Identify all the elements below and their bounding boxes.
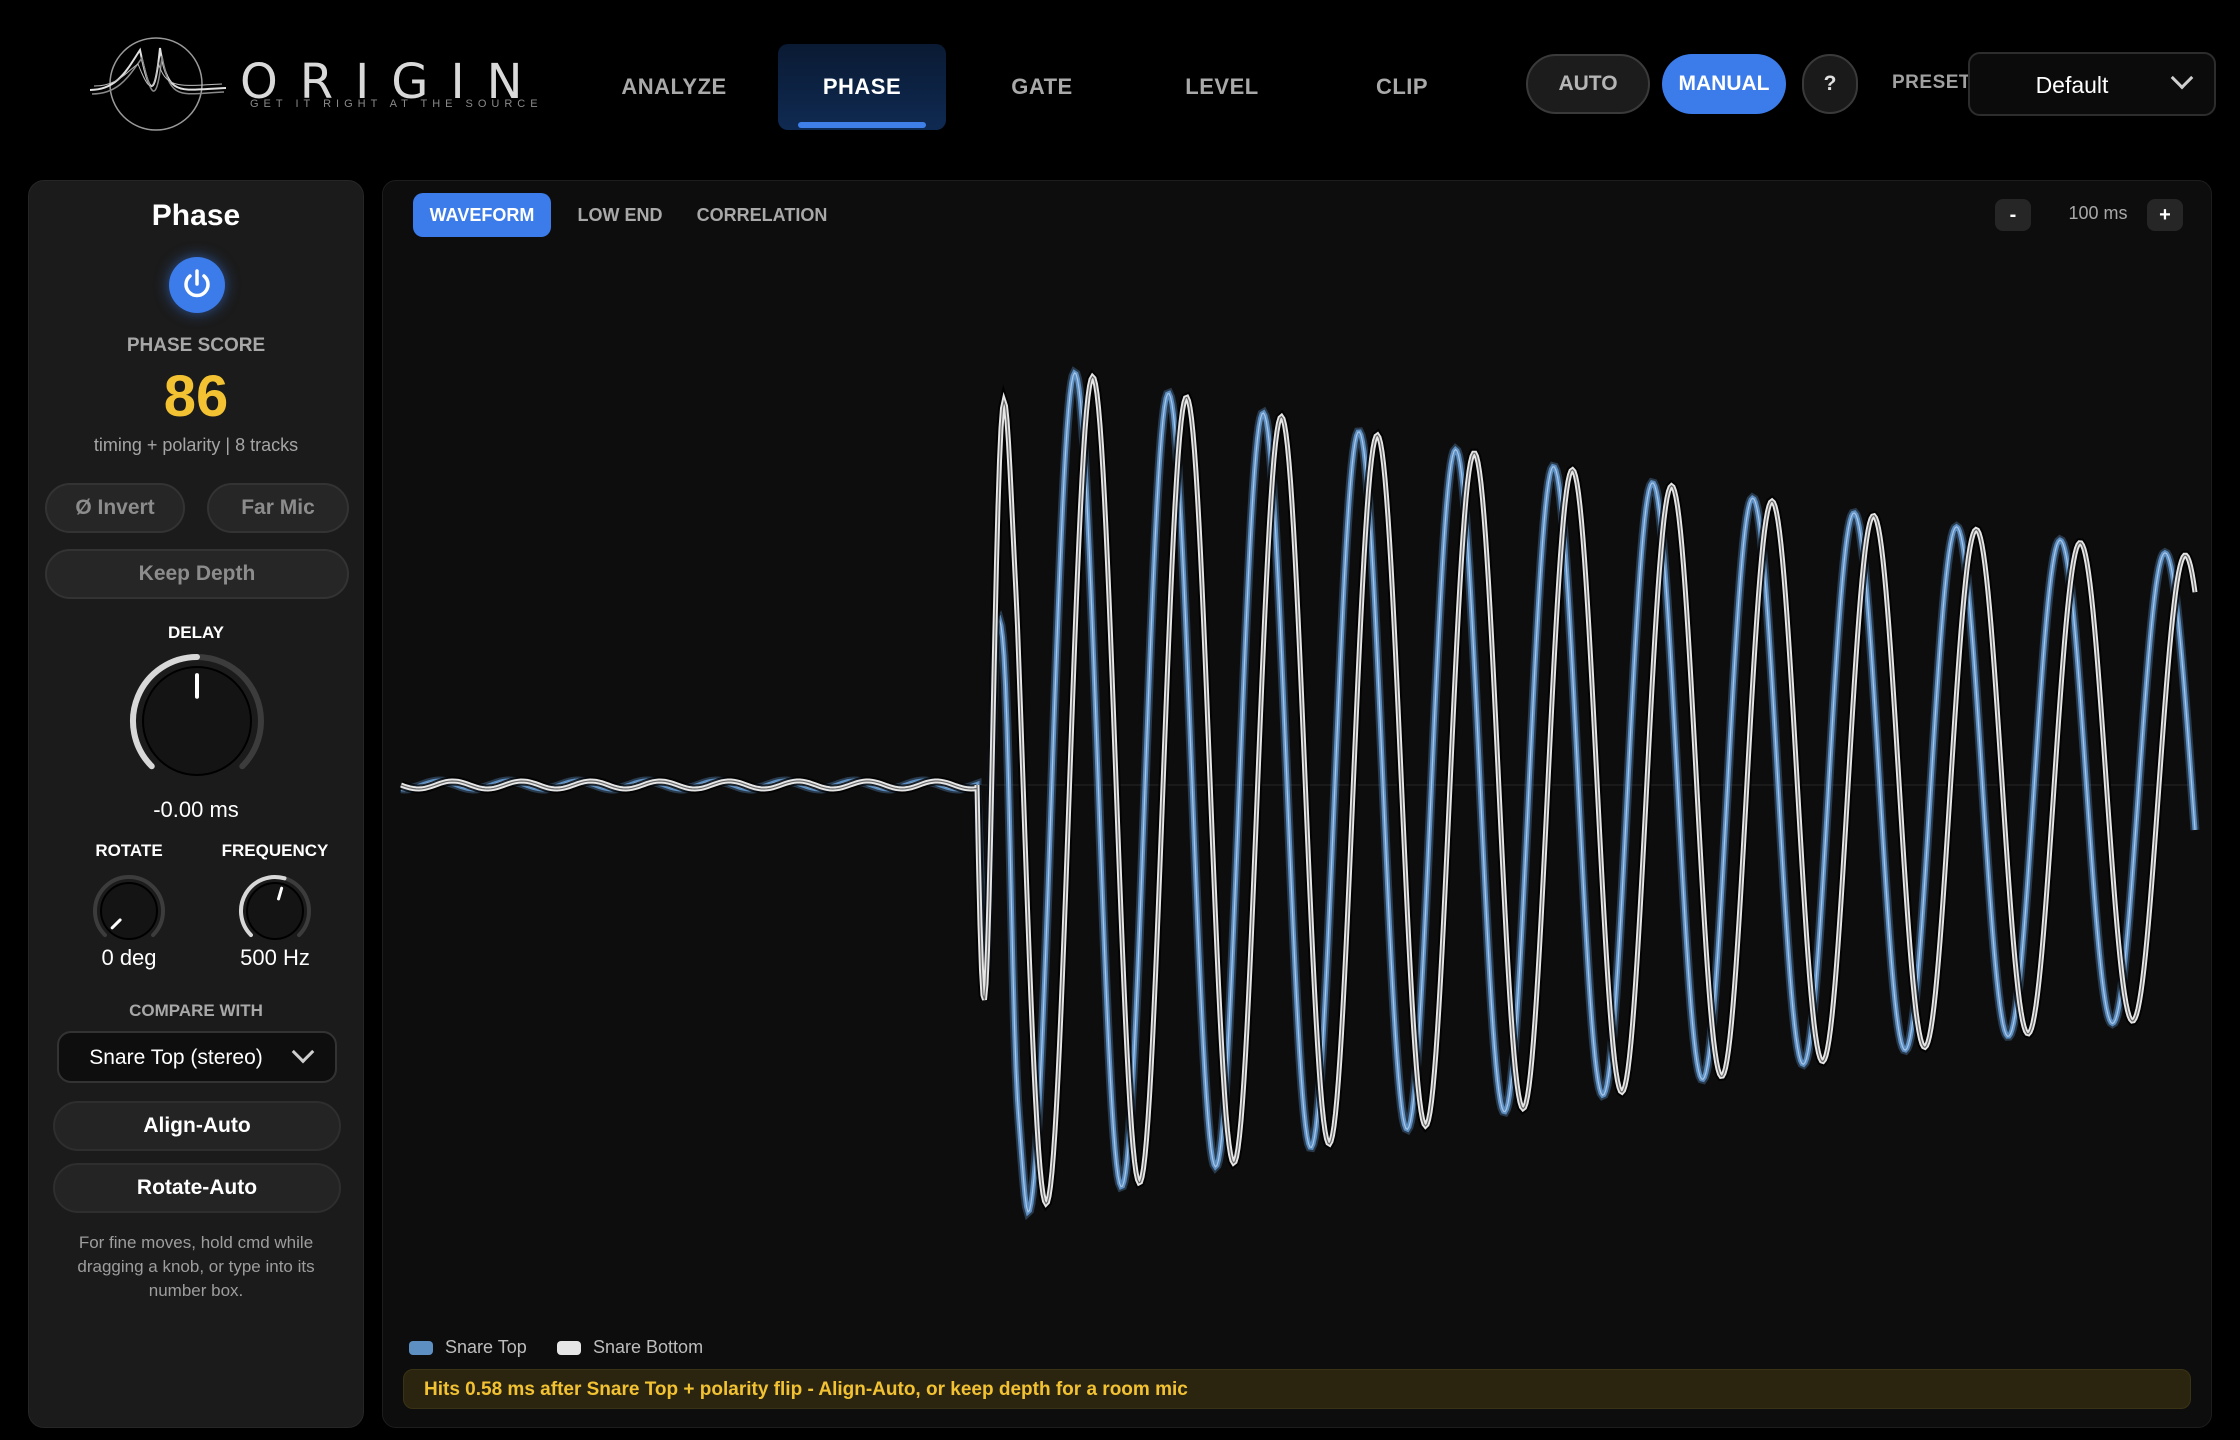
tab-level[interactable]: LEVEL <box>1138 44 1306 130</box>
chevron-down-icon <box>291 1040 315 1064</box>
tab-analyze[interactable]: ANALYZE <box>590 44 758 130</box>
preset-value: Default <box>2035 72 2109 98</box>
phase-panel: Phase PHASE SCORE 86 timing + polarity |… <box>28 180 364 1428</box>
legend-snare-top: Snare Top <box>409 1337 527 1358</box>
far-mic-button[interactable]: Far Mic <box>207 483 349 533</box>
subtab-correlation[interactable]: CORRELATION <box>689 193 835 237</box>
legend-swatch <box>557 1340 581 1355</box>
logo-wave-icon <box>89 37 227 131</box>
origin-logo: ORIGIN GET IT RIGHT AT THE SOURCE <box>88 28 538 138</box>
manual-mode-button[interactable]: MANUAL <box>1662 54 1786 114</box>
phase-score-value: 86 <box>163 364 229 429</box>
snare-top-glow <box>400 366 2200 1221</box>
legend-label: Snare Top <box>445 1337 527 1357</box>
delay-value[interactable]: -0.00 ms <box>29 797 363 823</box>
knob-body <box>246 882 304 940</box>
panel-title: Phase <box>151 199 241 232</box>
alert-text: Hits 0.58 ms after Snare Top + polarity … <box>424 1379 1188 1400</box>
power-toggle[interactable] <box>169 257 225 313</box>
zoom-in-button[interactable]: + <box>2147 199 2183 231</box>
delay-label: DELAY <box>167 623 225 642</box>
subtab-waveform[interactable]: WAVEFORM <box>413 193 551 237</box>
frequency-label: FREQUENCY <box>221 841 329 860</box>
power-icon <box>184 269 210 298</box>
invert-polarity-button[interactable]: Ø Invert <box>45 483 185 533</box>
zoom-value: 100 ms <box>2068 203 2128 223</box>
tab-clip[interactable]: CLIP <box>1318 44 1486 130</box>
alert-banner: Hits 0.58 ms after Snare Top + polarity … <box>403 1369 2191 1409</box>
delay-knob[interactable] <box>125 649 269 793</box>
phase-score-label: PHASE SCORE <box>126 335 266 356</box>
knob-body <box>100 882 158 940</box>
rotate-value[interactable]: 0 deg <box>69 945 189 971</box>
auto-mode-button[interactable]: AUTO <box>1526 54 1650 114</box>
subtab-low-end[interactable]: LOW END <box>567 193 673 237</box>
rotate-auto-button[interactable]: Rotate-Auto <box>53 1163 341 1213</box>
tab-gate[interactable]: GATE <box>958 44 1126 130</box>
preset-dropdown[interactable]: Default <box>1968 52 2216 116</box>
rotate-label: ROTATE <box>95 841 163 860</box>
frequency-knob[interactable] <box>233 869 317 953</box>
zoom-out-button[interactable]: - <box>1995 199 2031 231</box>
help-button[interactable]: ? <box>1802 54 1858 114</box>
frequency-value[interactable]: 500 Hz <box>215 945 335 971</box>
compare-with-value: Snare Top (stereo) <box>89 1046 263 1069</box>
fine-adjust-hint: For fine moves, hold cmd while dragging … <box>77 1233 315 1300</box>
top-bar: ORIGIN GET IT RIGHT AT THE SOURCE ANALYZ… <box>0 0 2240 170</box>
phase-score-subtitle: timing + polarity | 8 tracks <box>93 435 299 455</box>
preset-label: PRESET <box>1892 72 1972 93</box>
tab-phase[interactable]: PHASE <box>778 44 946 130</box>
compare-with-dropdown[interactable]: Snare Top (stereo) <box>57 1031 337 1083</box>
rotate-knob[interactable] <box>87 869 171 953</box>
waveform-panel: WAVEFORM LOW END CORRELATION - 100 ms + … <box>382 180 2212 1428</box>
compare-with-label: COMPARE WITH <box>129 1001 263 1020</box>
align-auto-button[interactable]: Align-Auto <box>53 1101 341 1151</box>
legend-swatch <box>409 1340 433 1355</box>
waveform-display[interactable] <box>383 251 2213 1291</box>
chevron-down-icon <box>2170 66 2194 90</box>
brand-tagline: GET IT RIGHT AT THE SOURCE <box>250 98 543 110</box>
legend-label: Snare Bottom <box>593 1337 704 1357</box>
keep-depth-button[interactable]: Keep Depth <box>45 549 349 599</box>
legend-snare-bottom: Snare Bottom <box>557 1337 703 1358</box>
